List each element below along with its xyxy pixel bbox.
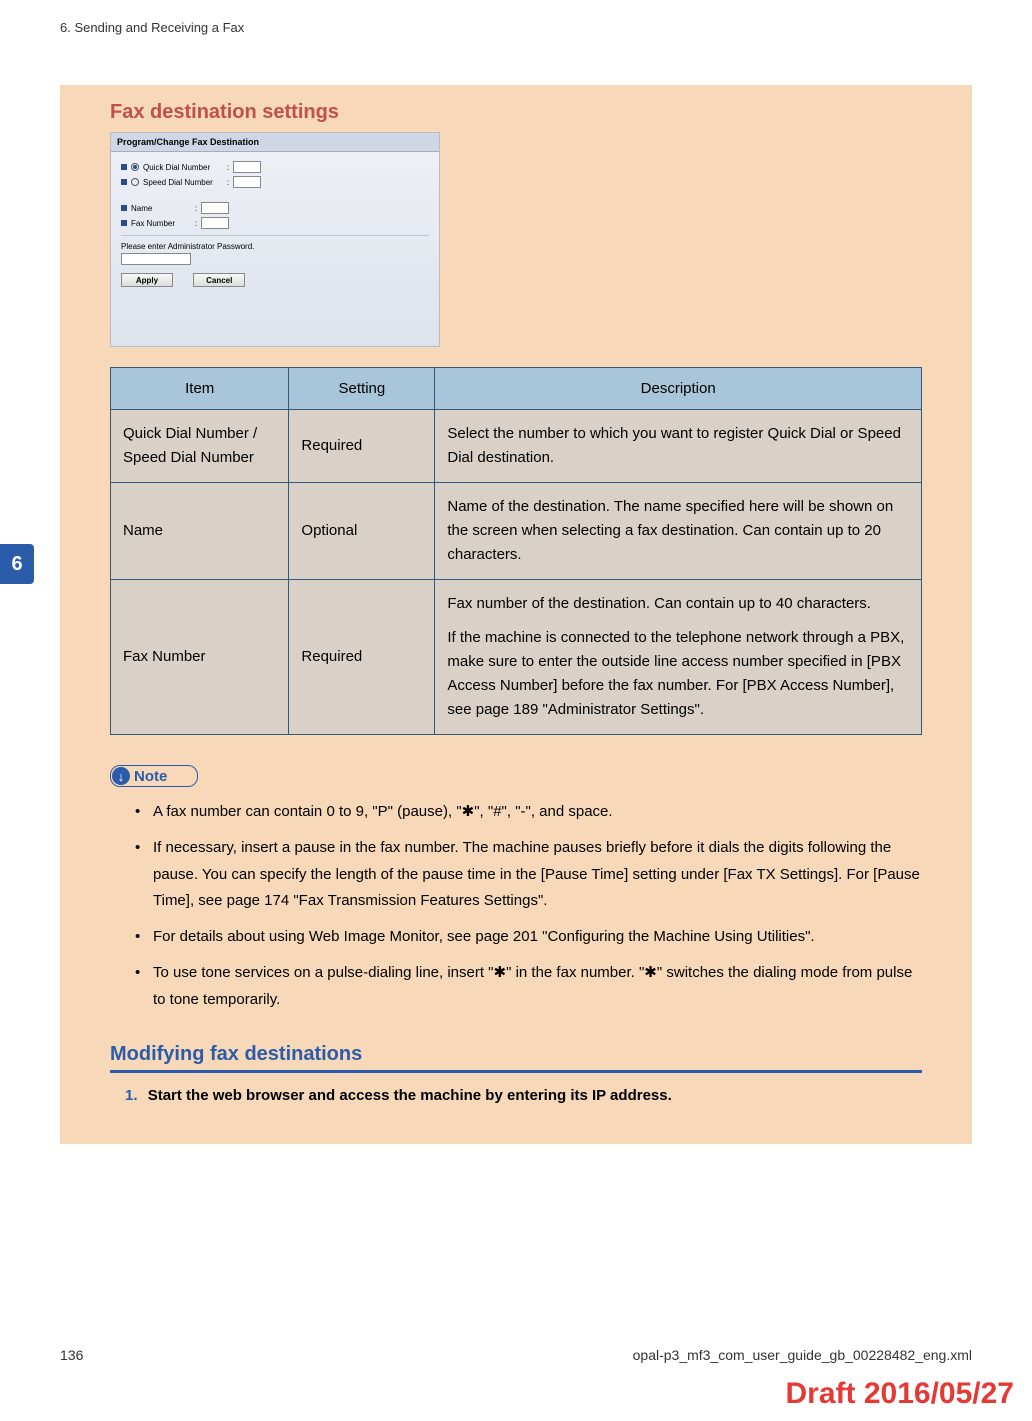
cell-description: Select the number to which you want to r…	[435, 410, 922, 483]
cell-item: Quick Dial Number / Speed Dial Number	[111, 410, 289, 483]
table-header-row: Item Setting Description	[111, 368, 922, 410]
quick-dial-select[interactable]	[233, 161, 261, 173]
col-setting: Setting	[289, 368, 435, 410]
cell-item: Fax Number	[111, 580, 289, 735]
step-number: 1.	[125, 1087, 138, 1104]
speed-dial-select[interactable]	[233, 176, 261, 188]
cell-setting: Required	[289, 410, 435, 483]
apply-button[interactable]: Apply	[121, 273, 173, 287]
bullet-icon	[121, 164, 127, 170]
name-input[interactable]	[201, 202, 229, 214]
chapter-tab: 6	[0, 544, 34, 584]
faxnum-input[interactable]	[201, 217, 229, 229]
step-text: Start the web browser and access the mac…	[148, 1087, 672, 1104]
list-item: A fax number can contain 0 to 9, "P" (pa…	[135, 799, 922, 825]
down-arrow-icon: ↓	[112, 767, 130, 785]
source-path: opal-p3_mf3_com_user_guide_gb_00228482_e…	[633, 1347, 972, 1363]
note-label: Note	[134, 768, 167, 785]
cell-item: Name	[111, 483, 289, 580]
col-item: Item	[111, 368, 289, 410]
step-1: 1. Start the web browser and access the …	[125, 1087, 922, 1104]
list-item: If necessary, insert a pause in the fax …	[135, 835, 922, 914]
notes-list: A fax number can contain 0 to 9, "P" (pa…	[135, 799, 922, 1013]
bullet-icon	[121, 205, 127, 211]
admin-pw-input[interactable]	[121, 253, 191, 265]
draft-stamp: Draft 2016/05/27	[786, 1377, 1015, 1411]
note-badge: ↓ Note	[110, 765, 198, 787]
page: 6. Sending and Receiving a Fax 6 Fax des…	[0, 0, 1032, 1421]
page-footer: 136 opal-p3_mf3_com_user_guide_gb_002284…	[60, 1347, 972, 1363]
cancel-button[interactable]: Cancel	[193, 273, 245, 287]
list-item: For details about using Web Image Monito…	[135, 924, 922, 950]
radio-quick-dial[interactable]	[131, 163, 139, 171]
table-row: Quick Dial Number / Speed Dial NumberReq…	[111, 410, 922, 483]
table-row: NameOptionalName of the destination. The…	[111, 483, 922, 580]
section-title: Fax destination settings	[110, 101, 972, 124]
quick-dial-label: Quick Dial Number	[143, 163, 223, 172]
col-description: Description	[435, 368, 922, 410]
settings-table: Item Setting Description Quick Dial Numb…	[110, 367, 922, 735]
name-label: Name	[131, 204, 191, 213]
heading-rule	[110, 1070, 922, 1073]
cell-description: Name of the destination. The name specif…	[435, 483, 922, 580]
list-item: To use tone services on a pulse-dialing …	[135, 960, 922, 1013]
settings-screenshot: Program/Change Fax Destination Quick Dia…	[110, 132, 440, 347]
cell-description: Fax number of the destination. Can conta…	[435, 580, 922, 735]
bullet-icon	[121, 179, 127, 185]
content-area: Fax destination settings Program/Change …	[60, 85, 972, 1144]
admin-pw-label: Please enter Administrator Password.	[121, 242, 429, 251]
screenshot-title: Program/Change Fax Destination	[111, 133, 439, 152]
running-head: 6. Sending and Receiving a Fax	[60, 20, 1032, 35]
cell-setting: Optional	[289, 483, 435, 580]
subsection-title: Modifying fax destinations	[110, 1043, 922, 1066]
cell-setting: Required	[289, 580, 435, 735]
page-number: 136	[60, 1347, 83, 1363]
table-row: Fax NumberRequiredFax number of the dest…	[111, 580, 922, 735]
faxnum-label: Fax Number	[131, 219, 191, 228]
radio-speed-dial[interactable]	[131, 178, 139, 186]
speed-dial-label: Speed Dial Number	[143, 178, 223, 187]
bullet-icon	[121, 220, 127, 226]
